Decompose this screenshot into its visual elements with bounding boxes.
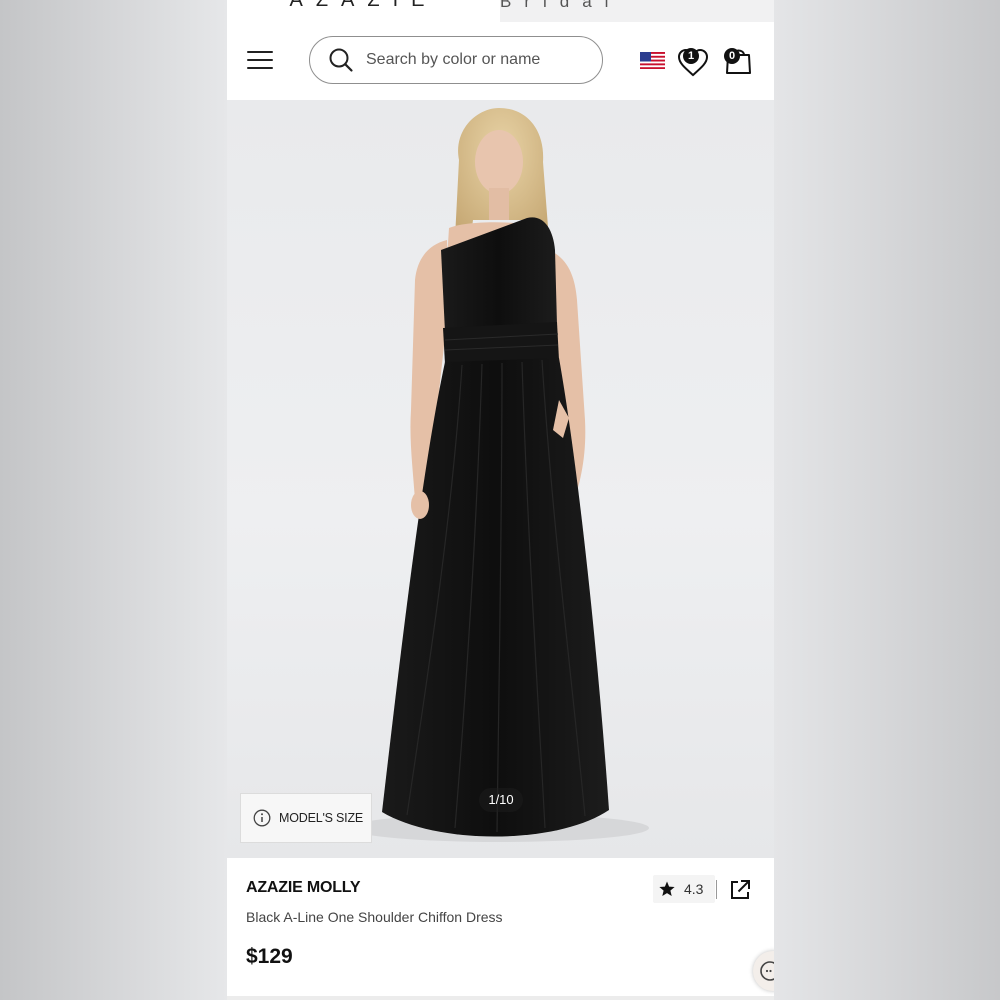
brand-tabs: AZAZIE AZAZIE Bridal bbox=[227, 0, 774, 22]
chat-icon bbox=[760, 961, 774, 981]
product-info: AZAZIE MOLLY Black A-Line One Shoulder C… bbox=[227, 858, 774, 1000]
divider bbox=[227, 996, 774, 1000]
tab-azazie-bridal[interactable]: AZAZIE Bridal bbox=[500, 0, 774, 22]
divider bbox=[716, 880, 717, 899]
tab-azazie-label: AZAZIE bbox=[289, 0, 438, 11]
product-image[interactable]: MODEL'S SIZE 1/10 bbox=[227, 100, 774, 858]
product-page: AZAZIE AZAZIE Bridal bbox=[227, 0, 774, 1000]
menu-line bbox=[247, 67, 273, 69]
chat-button[interactable] bbox=[753, 951, 774, 991]
wishlist-button[interactable]: 1 bbox=[675, 44, 711, 78]
model-size-button[interactable]: MODEL'S SIZE bbox=[240, 793, 372, 843]
tab-azazie-bridal-label: AZAZIE Bridal bbox=[500, 0, 622, 11]
star-icon bbox=[659, 881, 675, 896]
product-price: $129 bbox=[246, 945, 293, 968]
search-input[interactable] bbox=[364, 50, 588, 70]
us-flag-icon[interactable] bbox=[640, 52, 665, 69]
cart-button[interactable]: 0 bbox=[720, 42, 756, 78]
background-left bbox=[0, 0, 227, 1000]
search-bar[interactable] bbox=[309, 36, 603, 84]
search-icon bbox=[329, 48, 353, 72]
share-icon[interactable] bbox=[729, 879, 751, 901]
header: 1 0 bbox=[227, 22, 774, 100]
tab-azazie[interactable]: AZAZIE bbox=[227, 0, 500, 22]
product-name: Black A-Line One Shoulder Chiffon Dress bbox=[246, 909, 503, 925]
wishlist-count-badge: 1 bbox=[683, 48, 699, 64]
model-size-label: MODEL'S SIZE bbox=[279, 811, 364, 825]
dress-photo bbox=[349, 108, 649, 842]
menu-line bbox=[247, 59, 273, 61]
image-counter: 1/10 bbox=[479, 788, 523, 812]
rating-badge[interactable]: 4.3 bbox=[653, 875, 715, 903]
rating-value: 4.3 bbox=[684, 881, 704, 897]
menu-line bbox=[247, 51, 273, 53]
background-right bbox=[774, 0, 1000, 1000]
product-brand-name: AZAZIE MOLLY bbox=[246, 879, 361, 896]
menu-button[interactable] bbox=[247, 49, 275, 71]
info-icon bbox=[253, 809, 271, 827]
cart-count-badge: 0 bbox=[724, 48, 740, 64]
